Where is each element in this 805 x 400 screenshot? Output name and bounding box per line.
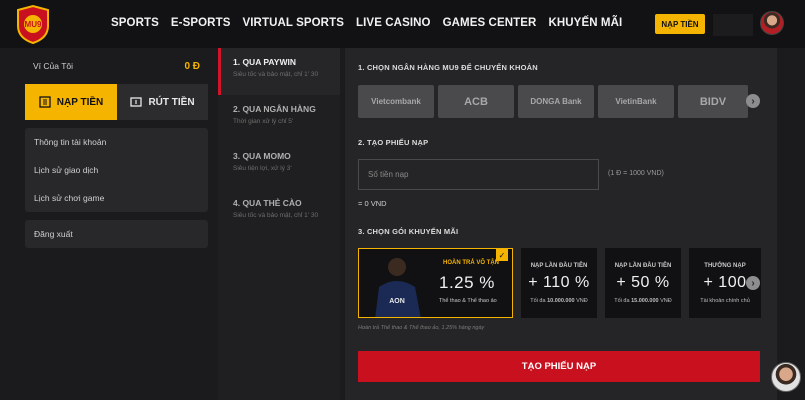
bank-bidv[interactable]: BIDV <box>678 85 748 118</box>
menu-transaction-history[interactable]: Lịch sử giao dịch <box>25 156 208 184</box>
check-icon: ✓ <box>496 249 508 261</box>
promo-desc: Tài khoản chính chủ <box>700 298 750 304</box>
method-subtitle: Siêu tốc và bảo mật, chỉ 1' 30 <box>233 212 319 219</box>
promo-title: NẠP LẦN ĐẦU TIÊN <box>530 263 588 269</box>
svg-text:AON: AON <box>389 298 405 305</box>
mu9-shield-logo-icon[interactable]: MU9 <box>14 4 52 44</box>
converted-amount: = 0 VND <box>358 199 387 208</box>
promo-card[interactable]: NẠP LẦN ĐẦU TIÊN + 50 % Tối đa 15.000.00… <box>605 248 681 318</box>
method-subtitle: Thời gian xử lý chỉ 5' <box>233 118 294 125</box>
step1-title: 1. CHỌN NGÂN HÀNG MU9 ĐỂ CHUYỂN KHOẢN <box>358 63 538 72</box>
header-spacer <box>713 14 753 36</box>
nav-live-casino[interactable]: LIVE CASINO <box>356 17 431 29</box>
method-title: 1. QUA PAYWIN <box>233 57 296 67</box>
promo-title: THƯỞNG NẠP <box>704 263 746 269</box>
withdraw-icon <box>130 97 143 107</box>
user-avatar-icon[interactable] <box>760 11 784 35</box>
promo-desc: Tối đa 10.000.000 VNĐ <box>521 298 597 304</box>
deposit-icon <box>39 96 51 108</box>
create-deposit-button[interactable]: TẠO PHIẾU NẠP <box>358 351 760 382</box>
method-title: 2. QUA NGÂN HÀNG <box>233 104 316 114</box>
promo-desc-prefix: Tối đa <box>614 298 632 304</box>
step3-title: 3. CHỌN GÓI KHUYẾN MÃI <box>358 227 459 236</box>
bank-vietcombank[interactable]: Vietcombank <box>358 85 434 118</box>
method-subtitle: Siêu tốc và bảo mật, chỉ 1' 30 <box>233 71 319 78</box>
promo-desc-prefix: Tối đa <box>530 298 548 304</box>
method-momo[interactable]: 3. QUA MOMO Siêu tiện lợi, xử lý 3' <box>218 142 340 189</box>
step2-title: 2. TẠO PHIẾU NẠP <box>358 138 429 147</box>
promo-list: AON HOÀN TRẢ VÔ TẬN 1.25 % Thể thao & Th… <box>358 248 761 318</box>
promo-card-selected[interactable]: AON HOÀN TRẢ VÔ TẬN 1.25 % Thể thao & Th… <box>358 248 513 318</box>
method-title: 3. QUA MOMO <box>233 151 291 161</box>
wallet-balance: 0 Đ <box>184 60 200 72</box>
logout-button[interactable]: Đăng xuất <box>25 220 208 248</box>
method-paywin[interactable]: 1. QUA PAYWIN Siêu tốc và bảo mật, chỉ 1… <box>218 48 340 95</box>
nav-virtual-sports[interactable]: VIRTUAL SPORTS <box>242 17 344 29</box>
promo-title: HOÀN TRẢ VÔ TẬN <box>443 260 499 266</box>
nav-esports[interactable]: E-SPORTS <box>171 17 231 29</box>
bank-list: Vietcombank ACB DONGA Bank VietinBank BI… <box>358 85 748 118</box>
tab-deposit-label: NẠP TIỀN <box>56 96 104 108</box>
promo-title: NẠP LẦN ĐẦU TIÊN <box>614 263 672 269</box>
promo-next-arrow-icon[interactable]: › <box>746 276 760 290</box>
promo-desc-amount: 15.000.000 <box>631 298 659 304</box>
tab-deposit[interactable]: NẠP TIỀN <box>25 84 117 120</box>
bank-donga[interactable]: DONGA Bank <box>518 85 594 118</box>
method-title: 4. QUA THẺ CÀO <box>233 198 302 208</box>
bank-vietinbank[interactable]: VietinBank <box>598 85 674 118</box>
tab-withdraw[interactable]: RÚT TIỀN <box>117 84 208 120</box>
method-bank[interactable]: 2. QUA NGÂN HÀNG Thời gian xử lý chỉ 5' <box>218 95 340 142</box>
promo-desc: Tối đa 15.000.000 VNĐ <box>605 298 681 304</box>
promo-desc-suffix: VNĐ <box>658 298 672 304</box>
menu-account-info[interactable]: Thông tin tài khoản <box>25 128 208 156</box>
promo-value: 1.25 % <box>439 273 495 292</box>
deposit-amount-input[interactable] <box>358 159 599 190</box>
promo-value: + 110 % <box>528 274 590 291</box>
method-subtitle: Siêu tiện lợi, xử lý 3' <box>233 165 292 172</box>
deposit-button-top[interactable]: NẠP TIỀN <box>655 14 705 34</box>
main-nav: SPORTS E-SPORTS VIRTUAL SPORTS LIVE CASI… <box>111 17 634 29</box>
top-header: MU9 SPORTS E-SPORTS VIRTUAL SPORTS LIVE … <box>0 0 805 48</box>
promo-note: Hoàn trả Thể thao & Thể thao ảo, 1.25% h… <box>358 325 485 331</box>
promo-card[interactable]: NẠP LẦN ĐẦU TIÊN + 110 % Tối đa 10.000.0… <box>521 248 597 318</box>
deposit-methods: 1. QUA PAYWIN Siêu tốc và bảo mật, chỉ 1… <box>218 48 340 400</box>
nav-promotions[interactable]: KHUYẾN MÃI <box>548 17 622 29</box>
promo-desc: Thể thao & Thể thao ảo <box>439 298 497 304</box>
nav-sports[interactable]: SPORTS <box>111 17 159 29</box>
bank-acb[interactable]: ACB <box>438 85 514 118</box>
player-photo-icon: AON <box>375 258 421 317</box>
nav-games-center[interactable]: GAMES CENTER <box>443 17 537 29</box>
support-avatar-icon[interactable] <box>771 362 801 392</box>
svg-text:MU9: MU9 <box>25 20 42 29</box>
bank-next-arrow-icon[interactable]: › <box>746 94 760 108</box>
promo-desc-suffix: VNĐ <box>574 298 588 304</box>
promo-desc-amount: 10.000.000 <box>547 298 575 304</box>
wallet-label: Ví Của Tôi <box>33 61 74 71</box>
exchange-rate: (1 Đ = 1000 VND) <box>608 170 664 177</box>
account-menu: Thông tin tài khoản Lịch sử giao dịch Lị… <box>25 128 208 212</box>
menu-game-history[interactable]: Lịch sử chơi game <box>25 184 208 212</box>
wallet-summary: Ví Của Tôi 0 Đ <box>25 55 208 77</box>
method-card[interactable]: 4. QUA THẺ CÀO Siêu tốc và bảo mật, chỉ … <box>218 189 340 236</box>
promo-value: + 50 % <box>616 274 670 291</box>
tab-withdraw-label: RÚT TIỀN <box>148 96 195 108</box>
